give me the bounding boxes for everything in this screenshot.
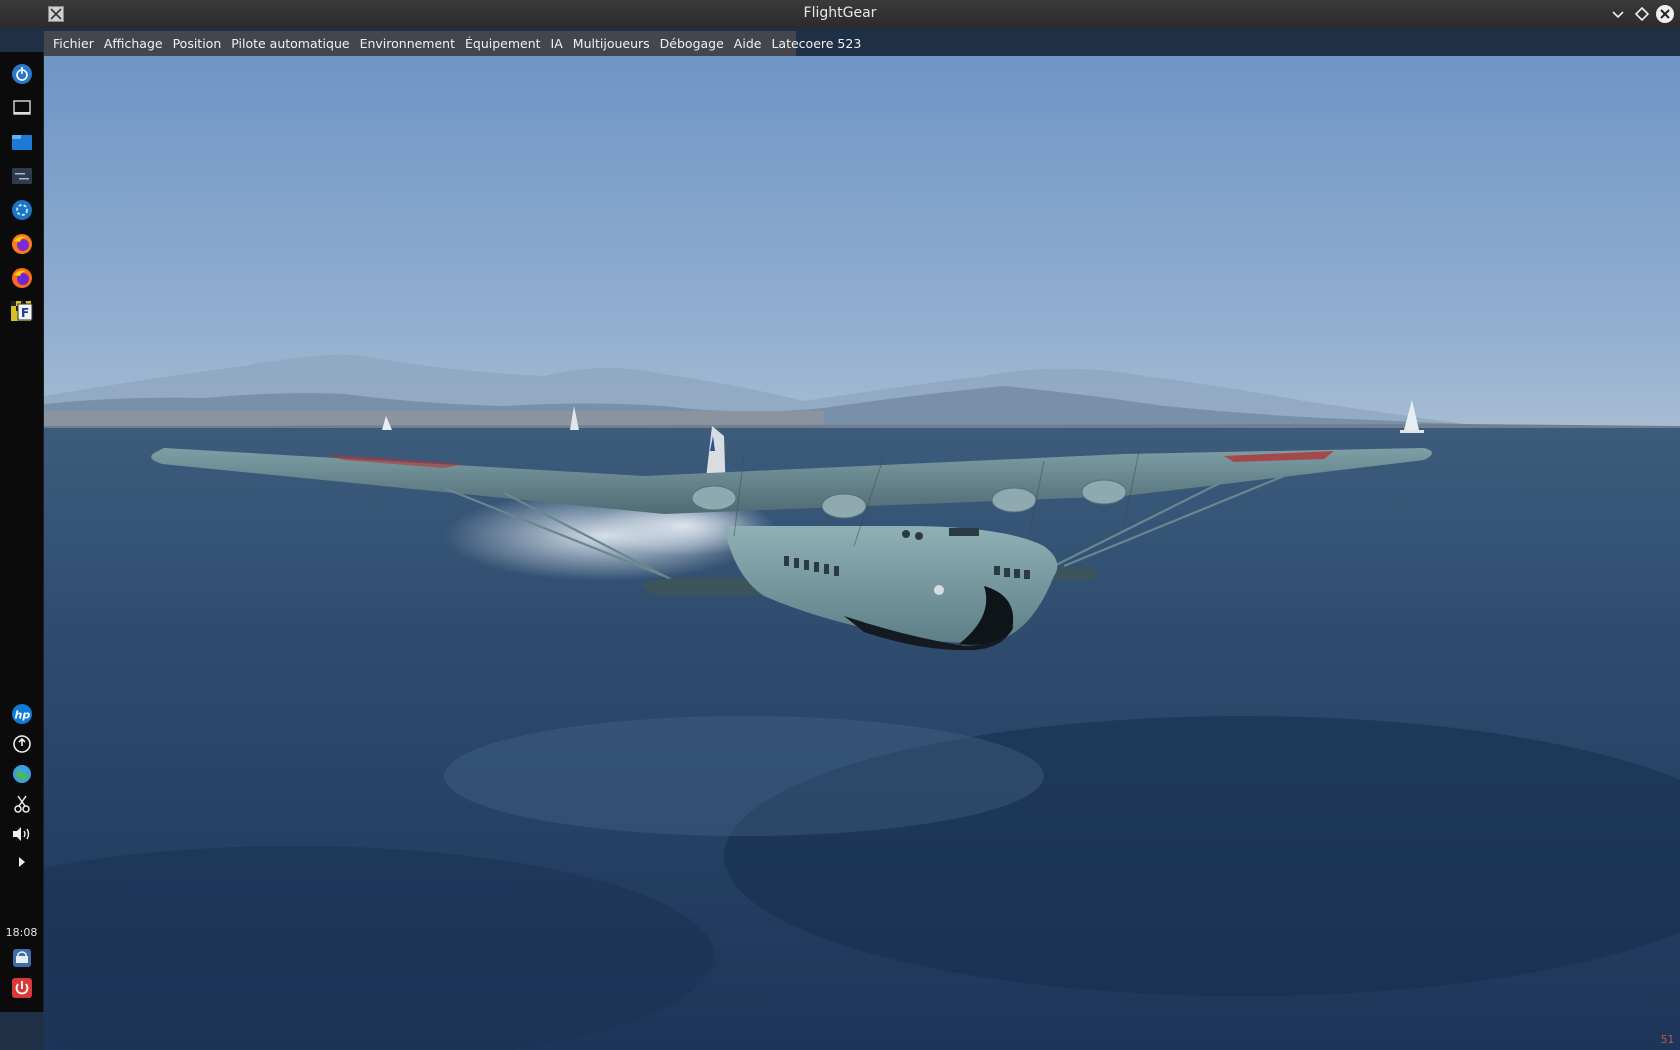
kde-launcher-icon[interactable] xyxy=(10,62,34,86)
menu-equipement[interactable]: Équipement xyxy=(460,36,546,51)
show-desktop-icon[interactable] xyxy=(10,96,34,120)
hp-icon[interactable]: hp xyxy=(10,702,34,726)
update-icon[interactable] xyxy=(10,732,34,756)
flight-viewport[interactable]: 51 xyxy=(44,56,1680,1050)
panel-clock[interactable]: 18:08 xyxy=(0,926,43,939)
system-settings-icon[interactable] xyxy=(10,164,34,188)
svg-text:F: F xyxy=(21,306,29,320)
menu-environnement[interactable]: Environnement xyxy=(355,36,460,51)
menu-fichier[interactable]: Fichier xyxy=(48,36,99,51)
fps-counter: 51 xyxy=(1660,1033,1674,1046)
maximize-button[interactable] xyxy=(1632,4,1652,24)
menu-pilote-automatique[interactable]: Pilote automatique xyxy=(226,36,354,51)
menu-position[interactable]: Position xyxy=(168,36,227,51)
power-icon[interactable] xyxy=(10,976,34,1000)
window-titlebar[interactable]: FlightGear xyxy=(0,0,1680,28)
chevron-down-icon xyxy=(1612,11,1624,19)
menu-aide[interactable]: Aide xyxy=(729,36,767,51)
svg-text:hp: hp xyxy=(15,709,31,722)
menu-multijoueurs[interactable]: Multijoueurs xyxy=(568,36,655,51)
scene-render xyxy=(44,56,1680,1050)
close-icon xyxy=(1660,9,1670,19)
diamond-icon xyxy=(1634,6,1650,22)
firefox-icon[interactable] xyxy=(10,266,34,290)
sea-light-patch xyxy=(444,716,1044,836)
flightgear-icon[interactable]: F xyxy=(10,298,34,322)
close-button[interactable] xyxy=(1655,4,1675,24)
left-taskbar: F hp 18:08 xyxy=(0,52,44,1012)
lock-screen-icon[interactable] xyxy=(10,946,34,970)
network-globe-icon[interactable] xyxy=(10,762,34,786)
minimize-button[interactable] xyxy=(1608,4,1628,24)
firefox-icon[interactable] xyxy=(10,232,34,256)
shoreline-town xyxy=(44,411,824,427)
file-manager-icon[interactable] xyxy=(10,130,34,154)
menu-debogage[interactable]: Débogage xyxy=(655,36,729,51)
sailboat-hull xyxy=(1400,430,1424,433)
flightgear-menubar: Fichier Affichage Position Pilote automa… xyxy=(44,31,861,56)
volume-icon[interactable] xyxy=(10,822,34,846)
discover-icon[interactable] xyxy=(10,198,34,222)
expand-tray-icon[interactable] xyxy=(10,850,34,874)
menu-affichage[interactable]: Affichage xyxy=(99,36,168,51)
menu-latecoere-523[interactable]: Latecoere 523 xyxy=(766,36,866,51)
scissors-icon[interactable] xyxy=(10,792,34,816)
window-title: FlightGear xyxy=(803,5,877,21)
menu-ia[interactable]: IA xyxy=(546,36,568,51)
